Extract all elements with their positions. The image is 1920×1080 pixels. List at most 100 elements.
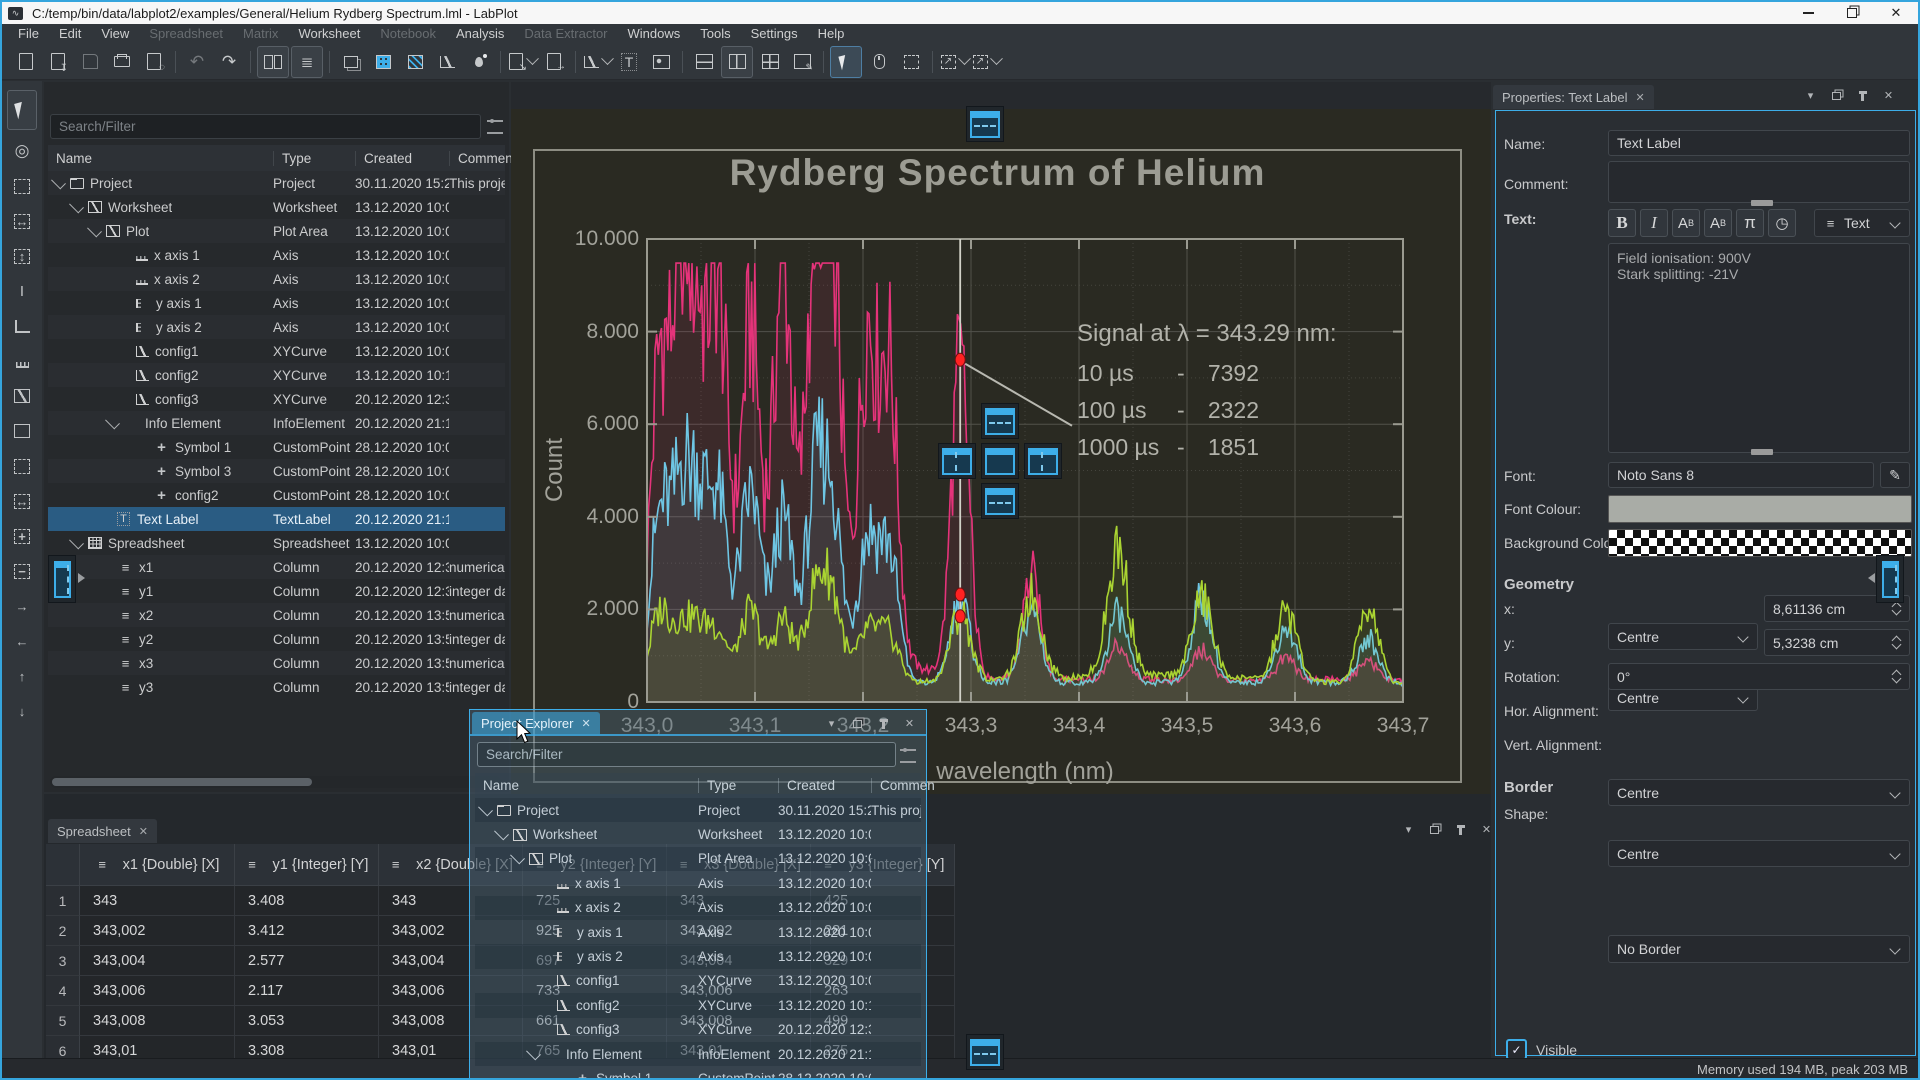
tree-row[interactable]: y2 Column 20.12.2020 13:55 integer da bbox=[48, 627, 505, 651]
zoom-one-button[interactable] bbox=[971, 47, 1001, 77]
font-edit-button[interactable]: ✎ bbox=[1880, 462, 1910, 488]
tab-spreadsheet[interactable]: Spreadsheet ✕ bbox=[48, 819, 157, 843]
tree-row[interactable]: config3 XYCurve 20.12.2020 12:39 bbox=[475, 1018, 921, 1042]
horizontal-alignment-select[interactable]: Centre bbox=[1608, 779, 1910, 806]
menu-item[interactable]: Data Extractor bbox=[514, 24, 617, 44]
tree-row[interactable]: Spreadsheet Spreadsheet 13.12.2020 10:08 bbox=[48, 531, 505, 555]
separator[interactable] bbox=[247, 47, 254, 77]
toggle-properties-dock-button[interactable] bbox=[291, 46, 323, 78]
superscript-button[interactable]: A bbox=[1672, 209, 1700, 237]
dock-menu-icon[interactable] bbox=[823, 716, 840, 731]
tree-row[interactable]: Symbol 3 CustomPoint 28.12.2020 10:06 bbox=[48, 459, 505, 483]
separator[interactable] bbox=[929, 47, 936, 77]
tree-row[interactable]: y axis 1 Axis 13.12.2020 10:01 bbox=[475, 920, 921, 944]
menu-item[interactable]: View bbox=[91, 24, 139, 44]
tree-row[interactable]: Info Element InfoElement 20.12.2020 21:1… bbox=[48, 411, 505, 435]
new-project-button[interactable] bbox=[11, 47, 41, 77]
menu-item[interactable]: Help bbox=[808, 24, 855, 44]
background-colour-swatch[interactable] bbox=[1608, 529, 1912, 557]
text-mode-select[interactable]: Text bbox=[1814, 209, 1910, 237]
tree-row[interactable]: config2 CustomPoint 28.12.2020 10:06 bbox=[48, 483, 505, 507]
shift-right-tool[interactable] bbox=[8, 592, 36, 620]
tree-row[interactable]: Project Project 30.11.2020 15:23 This pr… bbox=[48, 171, 505, 195]
tree-row[interactable]: config2 XYCurve 13.12.2020 10:11 bbox=[475, 993, 921, 1017]
tree-row[interactable]: Symbol 1 CustomPoint 28.12.2020 10:06 bbox=[475, 1066, 921, 1080]
new-matrix-button[interactable] bbox=[400, 47, 430, 77]
zoom-y-select-tool[interactable] bbox=[8, 242, 36, 270]
dock-pin-icon[interactable] bbox=[875, 716, 892, 731]
datetime-button[interactable]: ◷ bbox=[1768, 209, 1796, 237]
menu-item[interactable]: Analysis bbox=[446, 24, 514, 44]
dock-close-icon[interactable] bbox=[901, 716, 918, 731]
tree-row[interactable]: Symbol 1 CustomPoint 28.12.2020 10:06 bbox=[48, 435, 505, 459]
tree-row[interactable]: y axis 2 Axis 13.12.2020 10:01 bbox=[48, 315, 505, 339]
tree-row[interactable]: Info Element InfoElement 20.12.2020 21:1… bbox=[475, 1042, 921, 1066]
menu-item[interactable]: File bbox=[8, 24, 49, 44]
comment-field[interactable] bbox=[1608, 161, 1910, 203]
dock-menu-icon[interactable] bbox=[1400, 822, 1417, 837]
break-layout-button[interactable] bbox=[787, 47, 817, 77]
horizontal-layout-button[interactable] bbox=[721, 46, 753, 78]
resize-handle[interactable] bbox=[1751, 449, 1773, 455]
column-header[interactable]: y1 {Integer} [Y] bbox=[235, 844, 379, 886]
add-image-button[interactable] bbox=[646, 47, 676, 77]
zoom-x-select-tool[interactable] bbox=[8, 207, 36, 235]
dock-float-icon[interactable] bbox=[849, 716, 866, 731]
dock-float-icon[interactable] bbox=[1426, 822, 1443, 837]
separator[interactable] bbox=[572, 47, 579, 77]
menu-item[interactable]: Matrix bbox=[233, 24, 288, 44]
print-preview-button[interactable] bbox=[139, 47, 169, 77]
new-note-button[interactable] bbox=[464, 47, 494, 77]
tree-row[interactable]: config3 XYCurve 20.12.2020 12:39 bbox=[48, 387, 505, 411]
shift-down-tool[interactable] bbox=[8, 697, 36, 725]
open-project-button[interactable] bbox=[43, 47, 73, 77]
add-text-label-button[interactable] bbox=[614, 47, 644, 77]
axis-tick-tool[interactable] bbox=[8, 347, 36, 375]
tab-close-icon[interactable]: ✕ bbox=[581, 717, 590, 730]
visible-checkbox[interactable]: ✓ bbox=[1506, 1039, 1527, 1060]
zoom-select-mode-button[interactable] bbox=[896, 47, 926, 77]
tree-row[interactable]: Project Project 30.11.2020 15:23 This pr… bbox=[475, 798, 921, 822]
tree-row[interactable]: config1 XYCurve 13.12.2020 10:09 bbox=[48, 339, 505, 363]
dock-pin-icon[interactable] bbox=[1452, 822, 1469, 837]
info-element-label[interactable]: Signal at λ = 343.29 nm: 10 µs - 7392 10… bbox=[1077, 320, 1357, 471]
tree-row[interactable]: Plot Plot Area 13.12.2020 10:01 bbox=[48, 219, 505, 243]
scrollbar-thumb[interactable] bbox=[52, 778, 312, 786]
tree-row[interactable]: y3 Column 20.12.2020 13:56 integer da bbox=[48, 675, 505, 699]
save-project-button[interactable] bbox=[75, 47, 105, 77]
print-button[interactable] bbox=[107, 47, 137, 77]
axis-tool[interactable] bbox=[8, 312, 36, 340]
italic-button[interactable]: I bbox=[1640, 209, 1668, 237]
shift-left-tool[interactable] bbox=[8, 627, 36, 655]
zoom-in-tool[interactable] bbox=[8, 522, 36, 550]
tree-row[interactable]: x axis 2 Axis 13.12.2020 10:01 bbox=[48, 267, 505, 291]
y-position-value[interactable]: 5,3238 cm bbox=[1764, 629, 1910, 656]
shift-up-tool[interactable] bbox=[8, 662, 36, 690]
new-workbook-button[interactable] bbox=[336, 47, 366, 77]
menu-item[interactable]: Settings bbox=[741, 24, 808, 44]
tree-row[interactable]: x3 Column 20.12.2020 13:56 numerical bbox=[48, 651, 505, 675]
zoom-out-tool[interactable] bbox=[8, 557, 36, 585]
filter-icon[interactable] bbox=[900, 749, 916, 763]
select-mode-button[interactable] bbox=[830, 46, 862, 78]
search-input[interactable]: Search/Filter bbox=[477, 742, 896, 767]
tree-row[interactable]: config1 XYCurve 13.12.2020 10:09 bbox=[475, 969, 921, 993]
math-button[interactable]: π bbox=[1736, 209, 1764, 237]
import-button[interactable] bbox=[507, 47, 537, 77]
add-plot-tool[interactable] bbox=[8, 382, 36, 410]
y-axis-title[interactable]: Count bbox=[541, 438, 569, 502]
auto-scale-x-tool[interactable] bbox=[8, 487, 36, 515]
separator[interactable] bbox=[820, 47, 827, 77]
new-spreadsheet-button[interactable] bbox=[368, 47, 398, 77]
tree-row[interactable]: Worksheet Worksheet 13.12.2020 10:01 bbox=[475, 822, 921, 846]
menu-item[interactable]: Worksheet bbox=[288, 24, 370, 44]
separator[interactable] bbox=[497, 47, 504, 77]
export-button[interactable] bbox=[539, 47, 569, 77]
tree-row[interactable]: config2 XYCurve 13.12.2020 10:11 bbox=[48, 363, 505, 387]
restore-button[interactable] bbox=[1830, 2, 1874, 24]
menu-item[interactable]: Spreadsheet bbox=[139, 24, 233, 44]
grid-layout-button[interactable] bbox=[755, 47, 785, 77]
horizontal-scrollbar[interactable] bbox=[50, 776, 501, 788]
new-plot-button[interactable] bbox=[582, 47, 612, 77]
menu-item[interactable]: Windows bbox=[618, 24, 691, 44]
